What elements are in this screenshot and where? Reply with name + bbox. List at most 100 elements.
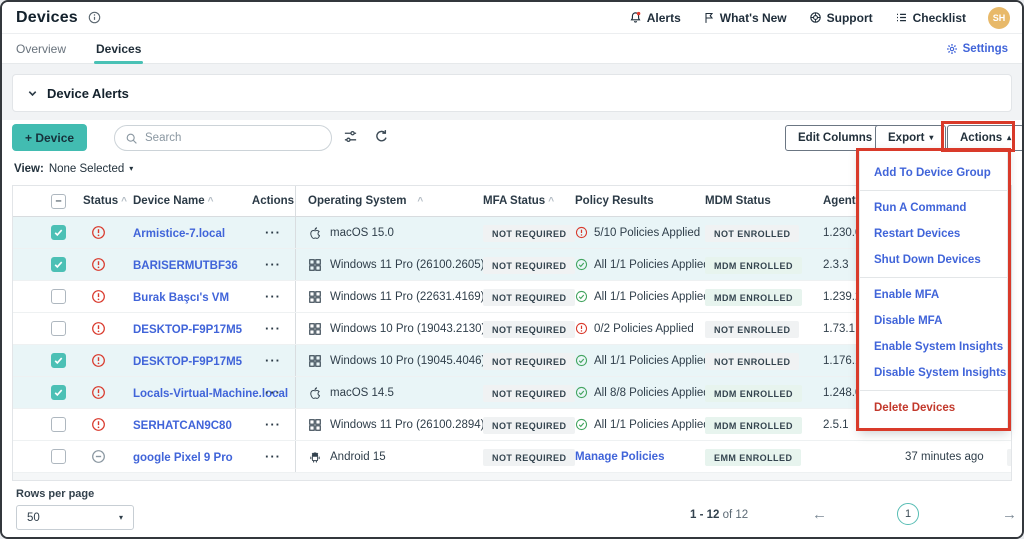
menu-item-enable-mfa[interactable]: Enable MFA: [860, 282, 1007, 308]
sort-caret-icon: ^: [417, 196, 423, 207]
topnav-support[interactable]: Support: [809, 11, 873, 25]
device-name-link[interactable]: google Pixel 9 Pro: [133, 452, 233, 464]
info-icon[interactable]: [88, 11, 101, 24]
row-status-cell: [79, 289, 133, 304]
row-actions-button[interactable]: ···: [251, 257, 295, 272]
add-device-button[interactable]: + Device: [12, 124, 87, 151]
avatar[interactable]: SH: [988, 7, 1010, 29]
topnav-support-label: Support: [827, 11, 873, 25]
policy-success-icon: [575, 258, 588, 271]
column-header-device-name[interactable]: Device Name^: [133, 195, 251, 207]
manage-policies-link[interactable]: Manage Policies: [575, 451, 664, 463]
mdm-status-cell: MDM ENROLLED: [705, 416, 807, 434]
column-header-policy-results[interactable]: Policy Results: [575, 195, 705, 207]
refresh-icon[interactable]: [374, 129, 389, 144]
topnav-checklist[interactable]: Checklist: [895, 11, 966, 25]
policy-results-text: All 1/1 Policies Applied: [594, 355, 710, 367]
os-label: macOS 15.0: [330, 227, 394, 239]
row-actions-button[interactable]: ···: [251, 289, 295, 304]
row-status-cell: [79, 225, 133, 240]
policy-results-cell: 5/10 Policies Applied: [575, 226, 705, 239]
operating-system-cell: Windows 10 Pro (19045.4046): [295, 345, 483, 376]
row-checkbox[interactable]: [51, 449, 66, 464]
row-checkbox-cell: [13, 385, 79, 400]
row-checkbox[interactable]: [51, 321, 66, 336]
row-checkbox-cell: [13, 289, 79, 304]
column-header-status[interactable]: Status^: [79, 195, 133, 207]
policy-results-cell: All 1/1 Policies Applied: [575, 354, 705, 367]
pagination-next-arrow[interactable]: →: [1002, 506, 1017, 523]
policy-results-cell: All 8/8 Policies Applied: [575, 386, 705, 399]
search-input[interactable]: [145, 132, 321, 144]
row-actions-button[interactable]: ···: [251, 417, 295, 432]
menu-item-disable-system-insights[interactable]: Disable System Insights: [860, 360, 1007, 386]
device-name-link[interactable]: DESKTOP-F9P17M5: [133, 356, 242, 368]
row-actions-button[interactable]: ···: [251, 385, 295, 400]
policy-results-cell[interactable]: Manage Policies: [575, 451, 705, 463]
menu-item-run-a-command[interactable]: Run A Command: [860, 195, 1007, 221]
mdm-status-cell: EMM ENROLLED: [705, 448, 807, 466]
row-checkbox[interactable]: [51, 353, 66, 368]
menu-item-disable-mfa[interactable]: Disable MFA: [860, 308, 1007, 334]
device-alerts-title: Device Alerts: [47, 86, 129, 101]
edit-columns-button[interactable]: Edit Columns: [785, 125, 885, 151]
menu-item-shut-down-devices[interactable]: Shut Down Devices: [860, 247, 1007, 273]
filter-icon[interactable]: [343, 129, 358, 144]
menu-item-delete-devices[interactable]: Delete Devices: [860, 395, 1007, 421]
status-alert-icon: [91, 289, 106, 304]
row-checkbox-cell: [13, 225, 79, 240]
menu-divider: [860, 190, 1007, 191]
tab-devices[interactable]: Devices: [96, 34, 141, 64]
rows-per-page-select[interactable]: 50 ▾: [16, 505, 134, 530]
column-header-mdm-status[interactable]: MDM Status: [705, 195, 807, 207]
device-name-link[interactable]: SERHATCAN9C80: [133, 420, 232, 432]
mdm-status-badge: MDM ENROLLED: [705, 257, 802, 274]
device-name-link[interactable]: DESKTOP-F9P17M5: [133, 324, 242, 336]
settings-link[interactable]: Settings: [946, 43, 1008, 55]
checklist-icon: [895, 11, 908, 24]
windows-icon: [308, 258, 322, 272]
select-all-checkbox[interactable]: –: [51, 194, 66, 209]
export-button[interactable]: Export ▾: [875, 125, 946, 151]
row-checkbox[interactable]: [51, 417, 66, 432]
device-name-link[interactable]: Burak Başcı's VM: [133, 292, 229, 304]
topnav-checklist-label: Checklist: [913, 11, 966, 25]
actions-button[interactable]: Actions ▴: [947, 125, 1024, 151]
menu-item-enable-system-insights[interactable]: Enable System Insights: [860, 334, 1007, 360]
column-header-actions[interactable]: Actions: [251, 195, 295, 207]
menu-item-restart-devices[interactable]: Restart Devices: [860, 221, 1007, 247]
menu-item-add-to-device-group[interactable]: Add To Device Group: [860, 160, 1007, 186]
device-name-link[interactable]: BARISERMUTBF36: [133, 260, 238, 272]
topnav-whats-new[interactable]: What's New: [703, 11, 787, 25]
policy-results-text: All 1/1 Policies Applied: [594, 419, 710, 431]
actions-label: Actions: [960, 132, 1002, 144]
pagination-prev-arrow[interactable]: ←: [812, 506, 827, 523]
view-label: View:: [14, 163, 44, 175]
row-checkbox[interactable]: [51, 225, 66, 240]
topnav-alerts[interactable]: Alerts: [629, 11, 681, 25]
device-name-link[interactable]: Armistice-7.local: [133, 228, 225, 240]
view-selector[interactable]: View: None Selected ▾: [14, 163, 133, 175]
operating-system-cell: Android 15: [295, 441, 483, 472]
row-actions-button[interactable]: ···: [251, 353, 295, 368]
column-header-mfa-status[interactable]: MFA Status^: [483, 195, 575, 207]
tab-bar: Overview Devices Settings: [2, 34, 1022, 64]
row-actions-button[interactable]: ···: [251, 321, 295, 336]
operating-system-cell: Windows 11 Pro (22631.4169): [295, 281, 483, 312]
device-alerts-panel[interactable]: Device Alerts: [12, 74, 1012, 112]
pagination-page-button[interactable]: 1: [897, 503, 919, 525]
mfa-status-badge: NOT REQUIRED: [483, 417, 575, 434]
row-actions-button[interactable]: ···: [251, 225, 295, 240]
row-actions-button[interactable]: ···: [251, 449, 295, 464]
os-label: macOS 14.5: [330, 387, 394, 399]
tab-overview[interactable]: Overview: [16, 34, 66, 64]
row-checkbox[interactable]: [51, 385, 66, 400]
mfa-status-badge: NOT REQUIRED: [483, 321, 575, 338]
sort-caret-icon: ^: [548, 196, 554, 207]
row-checkbox[interactable]: [51, 257, 66, 272]
mfa-status-cell: NOT REQUIRED: [483, 224, 575, 242]
apple-icon: [308, 386, 322, 400]
row-checkbox[interactable]: [51, 289, 66, 304]
column-header-operating-system[interactable]: Operating System^: [295, 186, 483, 216]
app-window: Devices Alerts What's New Support Checklist…: [0, 0, 1024, 539]
